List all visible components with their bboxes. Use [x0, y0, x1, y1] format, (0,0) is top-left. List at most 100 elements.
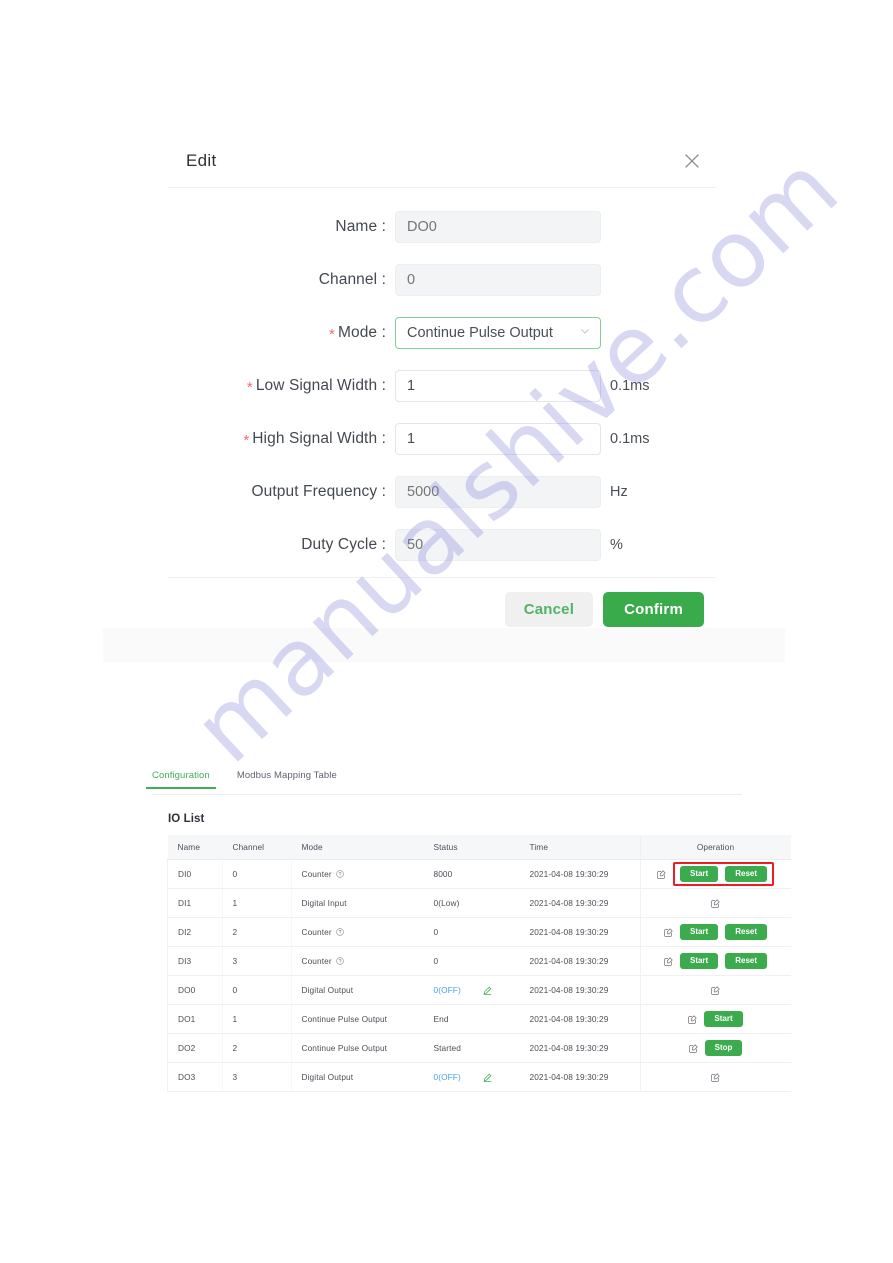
mode-select[interactable]: Continue Pulse Output: [395, 317, 601, 349]
stop-button[interactable]: Stop: [704, 1040, 743, 1056]
tab-modbus-mapping-table[interactable]: Modbus Mapping Table: [237, 768, 337, 789]
cell-status: 0: [423, 946, 520, 976]
status-value: 0(Low): [433, 898, 460, 908]
cell-name: DO1: [167, 1004, 223, 1034]
mode-cell-inner: Digital Output: [302, 985, 424, 995]
cell-status: End: [423, 1004, 520, 1034]
table-row: DO2 2 Continue Pulse Output Started 2021-04-…: [167, 1033, 791, 1063]
field-unit: 0.1ms: [610, 378, 650, 394]
form-row-high-signal-width: *High Signal Width : 0.1ms: [168, 418, 716, 460]
highlight-annotation-box: Start Reset: [672, 862, 775, 886]
status-value-link[interactable]: 0(OFF): [434, 985, 461, 995]
reset-button[interactable]: Reset: [725, 953, 768, 969]
edit-icon[interactable]: [711, 985, 720, 995]
start-button[interactable]: Start: [679, 953, 719, 969]
pencil-icon[interactable]: [483, 986, 492, 995]
edit-icon[interactable]: [664, 956, 673, 966]
label-colon: :: [377, 271, 386, 288]
cell-channel: 0: [222, 975, 292, 1005]
field-label: * Mode :: [168, 324, 395, 342]
start-button[interactable]: Start: [679, 866, 719, 882]
form-row-channel: Channel :: [168, 259, 716, 301]
reset-button[interactable]: Reset: [725, 866, 768, 882]
status-cell-inner: End: [434, 1014, 520, 1024]
cancel-button[interactable]: Cancel: [504, 592, 594, 627]
edit-icon[interactable]: [664, 927, 673, 937]
edit-icon[interactable]: [657, 869, 666, 879]
io-configuration-panel: Configuration Modbus Mapping Table IO Lis…: [146, 768, 791, 1092]
table-row: DO0 0 Digital Output 0(OFF) 2021-04-08 19:30…: [167, 975, 791, 1005]
column-header-operation: Operation: [639, 835, 791, 860]
operation-cell-inner: Start Reset: [641, 947, 791, 975]
mode-text: Counter: [301, 956, 332, 966]
confirm-button[interactable]: Confirm: [603, 592, 704, 627]
close-icon[interactable]: [682, 151, 702, 171]
cell-operation: [639, 1062, 791, 1092]
label-colon: :: [377, 218, 386, 235]
cell-mode: Digital Output: [291, 1062, 424, 1092]
edit-icon[interactable]: [711, 1072, 720, 1082]
pencil-icon[interactable]: [483, 1073, 492, 1082]
help-circle-icon[interactable]: [335, 957, 344, 965]
status-value-link[interactable]: 0(OFF): [434, 1072, 461, 1082]
start-button[interactable]: Start: [704, 1011, 743, 1027]
edit-icon[interactable]: [688, 1014, 697, 1024]
cell-time: 2021-04-08 19:30:29: [519, 975, 640, 1005]
cell-operation: [639, 975, 791, 1005]
high-signal-width-input[interactable]: [395, 423, 601, 455]
cell-operation: Stop: [639, 1033, 791, 1063]
cell-name: DI1: [167, 888, 223, 918]
mode-text: Digital Output: [301, 985, 354, 995]
field-label-text: High Signal Width: [252, 430, 378, 447]
dialog-footer: Cancel Confirm: [168, 578, 716, 637]
help-circle-icon[interactable]: [335, 870, 344, 878]
mode-text: Counter: [301, 869, 332, 879]
cell-time: 2021-04-08 19:30:29: [519, 946, 640, 976]
table-body: DI0 0 Counter 8000 2021-04-08 19:30:29 Start R…: [167, 859, 791, 1092]
form-row-name: Name :: [168, 206, 716, 248]
cell-mode: Counter: [291, 917, 424, 947]
mode-select-value: Continue Pulse Output: [407, 325, 553, 341]
cell-mode: Counter: [291, 859, 424, 889]
channel-input: [395, 264, 601, 296]
label-colon: :: [377, 430, 386, 447]
field-label: Output Frequency :: [168, 483, 395, 501]
mode-cell-inner: Counter: [302, 869, 424, 879]
edit-icon[interactable]: [711, 898, 720, 908]
io-list-heading: IO List: [168, 813, 205, 825]
label-colon: :: [377, 536, 386, 553]
table-row: DI1 1 Digital Input 0(Low) 2021-04-08 19:30:…: [167, 888, 791, 918]
edit-icon[interactable]: [688, 1043, 698, 1053]
field-label-text: Output Frequency: [251, 483, 378, 500]
form-row-low-signal-width: *Low Signal Width : 0.1ms: [168, 365, 716, 407]
cell-status: 0(Low): [423, 888, 520, 918]
cell-name: DO0: [167, 975, 223, 1005]
edit-dialog: Edit Name : Channel : *Mode : Continue Puls…: [168, 140, 716, 637]
low-signal-width-input[interactable]: [395, 370, 601, 402]
help-circle-icon[interactable]: [335, 928, 344, 936]
form-row-duty-cycle: Duty Cycle :%: [168, 524, 716, 566]
cell-mode: Continue Pulse Output: [291, 1033, 424, 1063]
reset-button[interactable]: Reset: [725, 924, 768, 940]
label-colon: :: [377, 377, 386, 394]
start-button[interactable]: Start: [679, 924, 719, 940]
form-row-output-frequency: Output Frequency : Hz: [168, 471, 716, 513]
dialog-header: Edit: [168, 140, 716, 187]
tab-configuration[interactable]: Configuration: [146, 768, 216, 789]
mode-text: Counter: [301, 927, 332, 937]
cell-name: DI3: [167, 946, 223, 976]
field-unit: %: [610, 537, 623, 553]
cell-operation: Start Reset: [639, 946, 791, 976]
cell-time: 2021-04-08 19:30:29: [519, 917, 640, 947]
page-title: Edit: [186, 151, 217, 170]
cell-name: DO2: [167, 1033, 223, 1063]
required-asterisk-icon: *: [246, 379, 253, 396]
status-cell-inner: 0: [434, 927, 520, 937]
status-value: 0: [433, 927, 439, 937]
status-value: 8000: [433, 869, 453, 879]
cell-time: 2021-04-08 19:30:29: [519, 1062, 640, 1092]
cell-time: 2021-04-08 19:30:29: [519, 1033, 640, 1063]
output-frequency-input: [395, 476, 601, 508]
column-header-channel: Channel: [222, 835, 292, 860]
field-label-text: Duty Cycle: [301, 536, 378, 553]
